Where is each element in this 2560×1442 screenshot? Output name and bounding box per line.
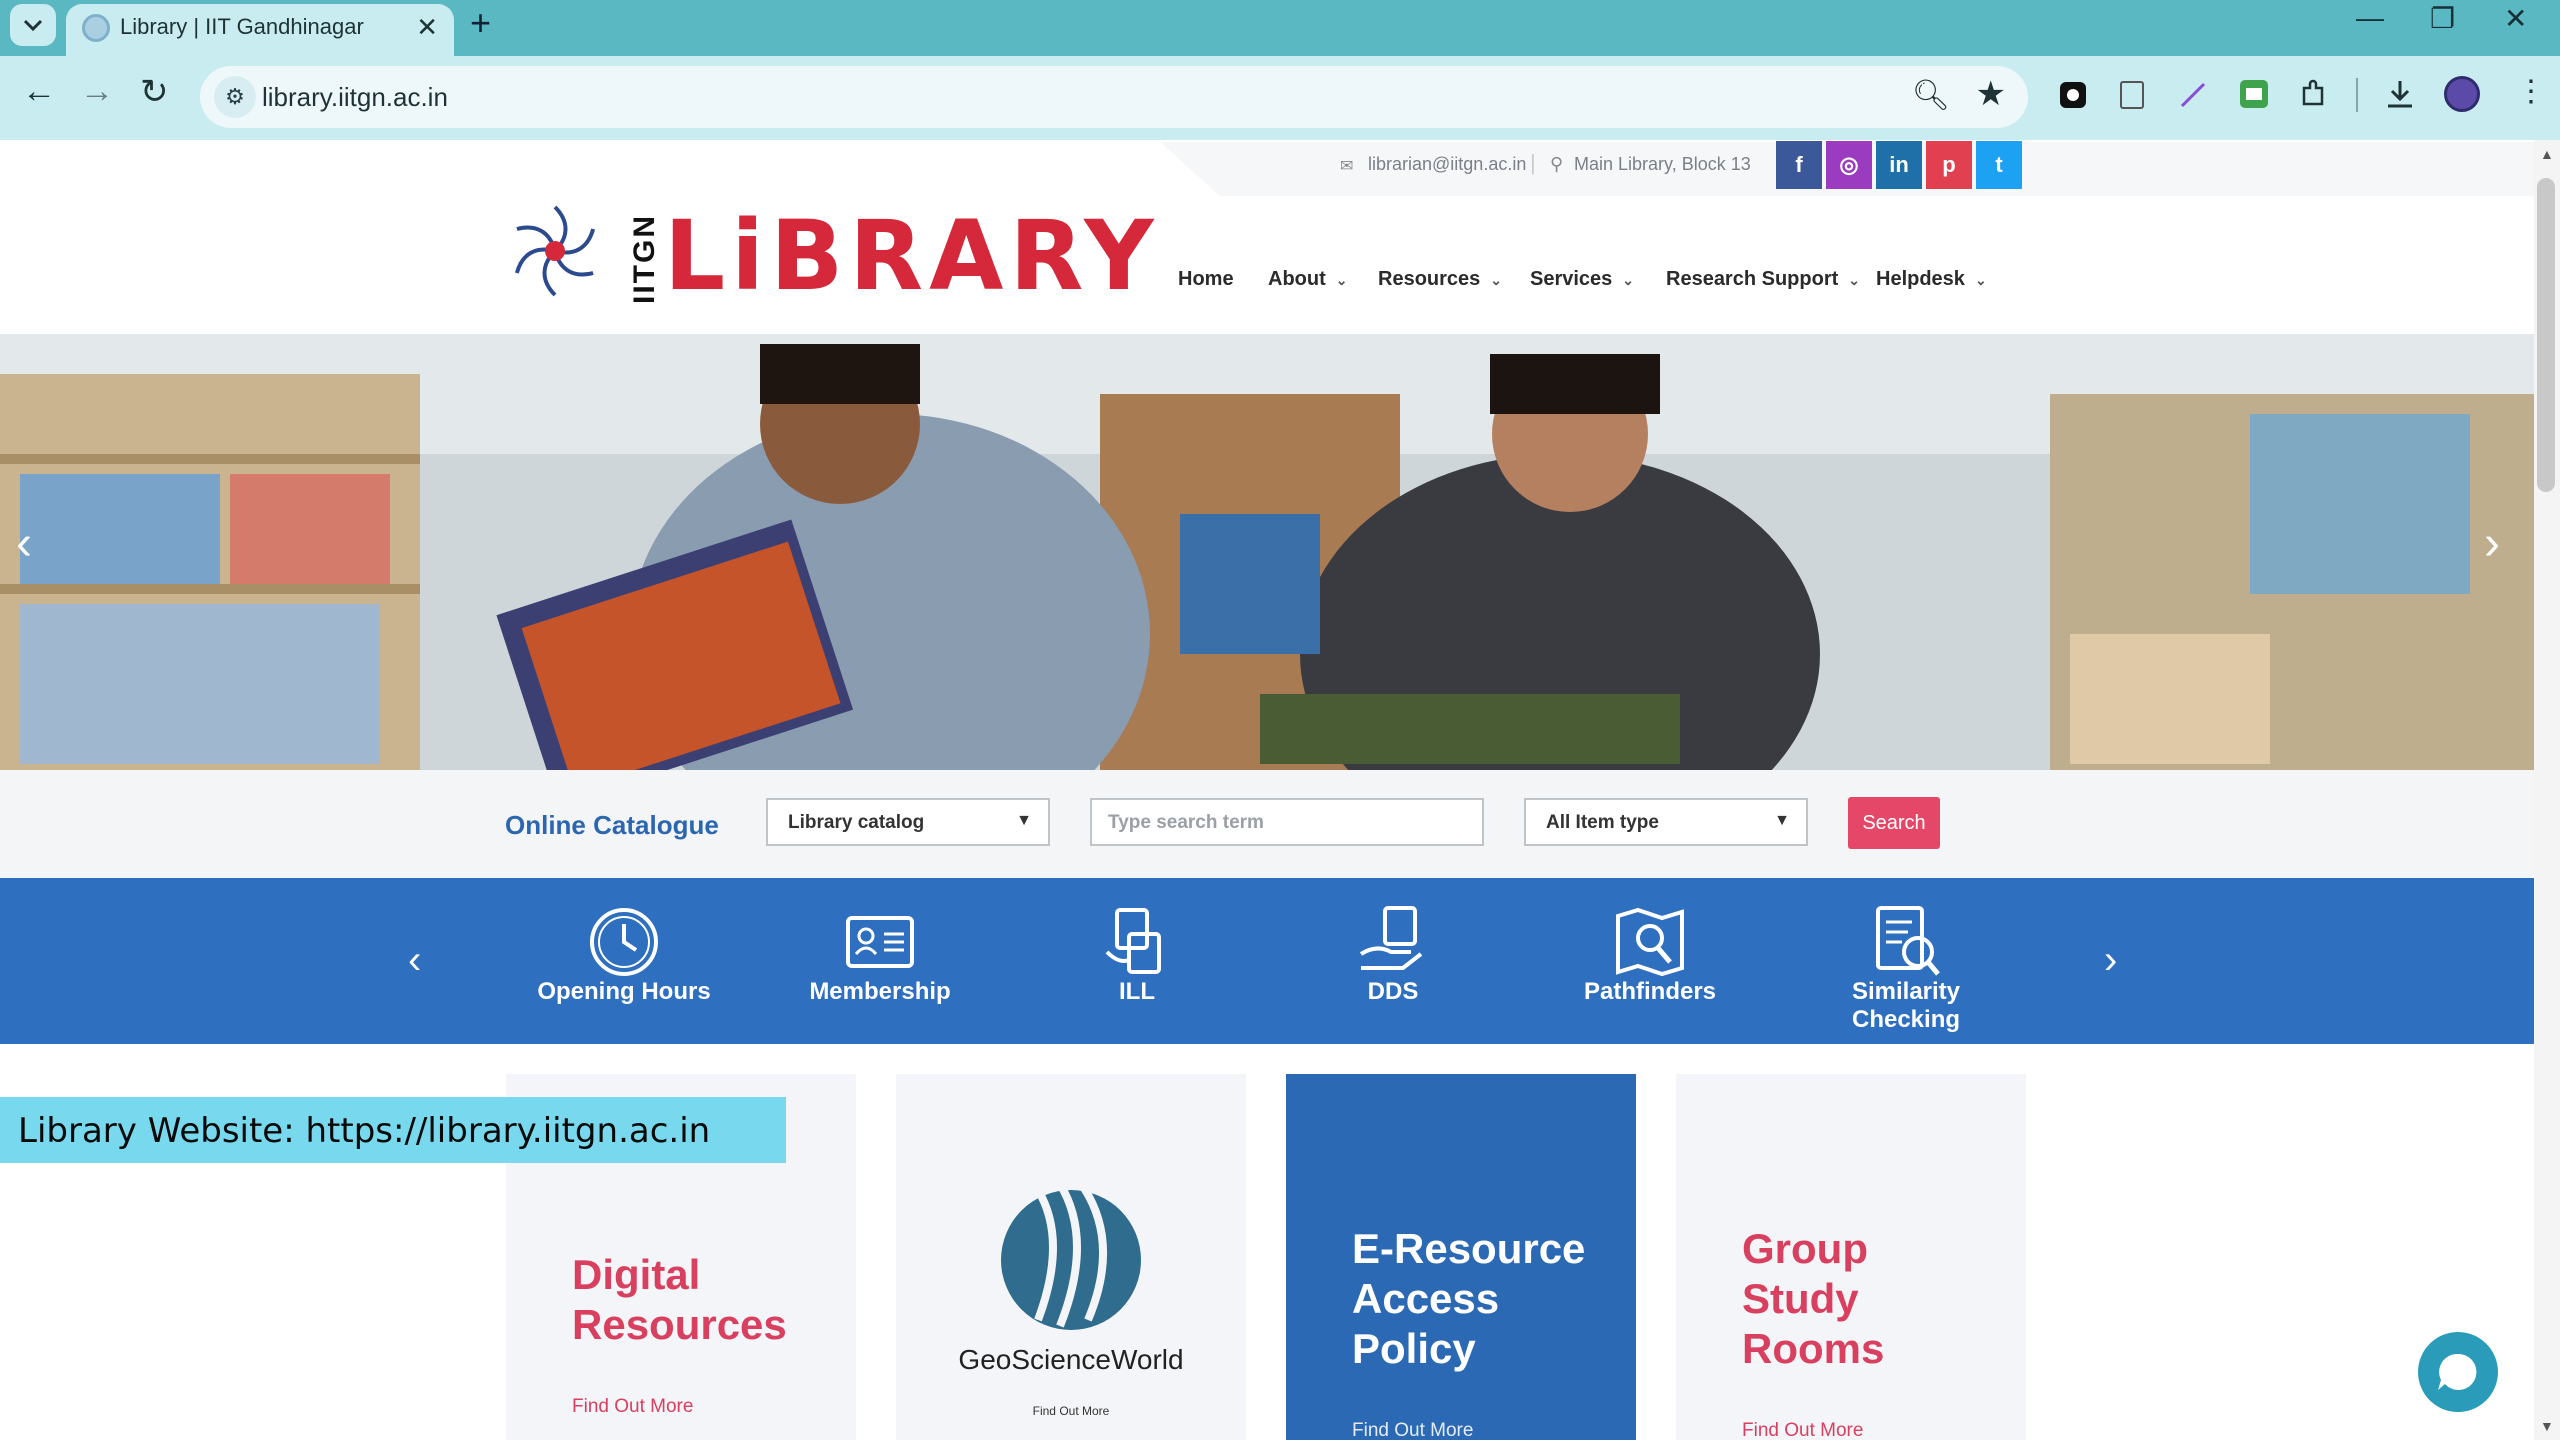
- pen-extension-icon[interactable]: [2178, 80, 2208, 110]
- card-title: E-Resource Access Policy: [1352, 1225, 1586, 1372]
- online-catalogue-label: Online Catalogue: [505, 810, 719, 840]
- search-button[interactable]: Search: [1848, 797, 1940, 849]
- find-out-more-link[interactable]: Find Out More: [1352, 1420, 1473, 1442]
- services-next-icon[interactable]: ›: [2104, 938, 2117, 983]
- pinterest-icon[interactable]: p: [1926, 141, 1972, 189]
- site-info-icon[interactable]: ⚙: [214, 76, 256, 118]
- geoscienceworld-label: GeoScienceWorld: [958, 1344, 1184, 1375]
- forward-button[interactable]: →: [80, 72, 114, 111]
- service-dds[interactable]: DDS: [1283, 878, 1503, 1044]
- url-text[interactable]: library.iitgn.ac.in: [262, 82, 448, 113]
- bookmark-star-icon[interactable]: ★: [1976, 74, 2006, 114]
- contact-email[interactable]: librarian@iitgn.ac.in: [1368, 154, 1526, 175]
- chevron-down-icon: ⌄: [1848, 272, 1860, 288]
- document-delivery-icon: [1359, 906, 1423, 970]
- chevron-down-icon: ⌄: [1622, 272, 1635, 288]
- document-check-icon: [1876, 906, 1940, 976]
- nav-about[interactable]: About ⌄: [1268, 268, 1348, 291]
- instagram-icon[interactable]: ◎: [1826, 141, 1872, 189]
- service-membership[interactable]: Membership: [770, 878, 990, 1044]
- caption-text: Library Website: https://library.iitgn.a…: [18, 1111, 711, 1151]
- contact-divider: |: [1530, 150, 1536, 175]
- item-type-select[interactable]: All Item type ▼: [1524, 798, 1808, 846]
- zoom-icon[interactable]: 🔍︎: [1912, 78, 1950, 113]
- browser-tab-bar: Library | IIT Gandhinagar ✕ + — ❐ ✕: [0, 0, 2560, 56]
- geoscienceworld-logo: [1001, 1181, 1141, 1330]
- chevron-down-icon: ▼: [1774, 812, 1790, 829]
- scroll-up-icon[interactable]: ▲: [2540, 146, 2554, 162]
- find-out-more-link[interactable]: Find Out More: [896, 1404, 1246, 1418]
- minimize-button[interactable]: —: [2356, 2, 2384, 34]
- book-exchange-icon: [1105, 908, 1161, 974]
- hero-photo: [0, 334, 2534, 770]
- card-e-resource-policy[interactable]: E-Resource Access Policy Find Out More: [1286, 1074, 1636, 1442]
- chevron-down-icon: ▼: [1016, 812, 1032, 829]
- service-opening-hours[interactable]: Opening Hours: [514, 878, 734, 1044]
- find-out-more-link[interactable]: Find Out More: [1742, 1420, 1863, 1442]
- restore-button[interactable]: ❐: [2430, 2, 2455, 35]
- hero-carousel[interactable]: ‹ ›: [0, 334, 2534, 770]
- iitgn-logo-mark[interactable]: [500, 196, 610, 306]
- map-search-icon: [1616, 907, 1684, 977]
- profile-avatar[interactable]: [2444, 76, 2480, 112]
- hero-next-icon[interactable]: ›: [2484, 516, 2500, 571]
- toolbar-divider: [2356, 78, 2358, 112]
- document-extension-icon[interactable]: [2118, 80, 2146, 110]
- services-prev-icon[interactable]: ‹: [408, 938, 421, 983]
- chevron-down-icon: ⌄: [1974, 272, 1987, 288]
- logo-iitgn: IITGN: [628, 214, 661, 304]
- card-group-study-rooms[interactable]: Group Study Rooms Find Out More: [1676, 1074, 2026, 1442]
- scroll-down-icon[interactable]: ▼: [2540, 1418, 2554, 1434]
- address-bar[interactable]: ⚙ library.iitgn.ac.in 🔍︎ ★: [200, 66, 2028, 128]
- nav-services[interactable]: Services ⌄: [1530, 268, 1634, 291]
- menu-kebab-icon[interactable]: ⋮: [2516, 74, 2546, 109]
- tab-list-button[interactable]: [10, 4, 56, 46]
- logo-text[interactable]: LiBRARY: [664, 200, 1160, 312]
- id-card-icon: [846, 916, 914, 968]
- service-similarity-checking[interactable]: Similarity Checking: [1796, 878, 2016, 1044]
- chat-button[interactable]: [2418, 1332, 2498, 1412]
- tab-title: Library | IIT Gandhinagar: [120, 14, 364, 39]
- nav-helpdesk[interactable]: Helpdesk ⌄: [1876, 268, 1987, 291]
- service-ill[interactable]: ILL: [1027, 878, 1247, 1044]
- search-input[interactable]: Type search term: [1090, 798, 1484, 846]
- twitter-icon[interactable]: t: [1976, 141, 2022, 189]
- services-carousel: Opening Hours Membership ILL DDS Pathfin…: [0, 878, 2534, 1044]
- chevron-down-icon: [23, 19, 43, 32]
- scrollbar-thumb[interactable]: [2537, 178, 2555, 492]
- clock-icon: [590, 908, 658, 976]
- browser-tab[interactable]: Library | IIT Gandhinagar ✕: [66, 4, 454, 56]
- chat-bubble-icon: [2438, 1353, 2477, 1390]
- facebook-icon[interactable]: f: [1776, 141, 1822, 189]
- linkedin-icon[interactable]: in: [1876, 141, 1922, 189]
- chevron-down-icon: ⌄: [1490, 272, 1503, 288]
- catalog-select[interactable]: Library catalog ▼: [766, 798, 1050, 846]
- reload-button[interactable]: ↻: [140, 72, 169, 112]
- extension-icon[interactable]: [2058, 80, 2088, 110]
- new-tab-button[interactable]: +: [470, 2, 491, 44]
- favicon-icon: [82, 14, 110, 42]
- service-pathfinders[interactable]: Pathfinders: [1540, 878, 1760, 1044]
- find-out-more-link[interactable]: Find Out More: [572, 1396, 693, 1418]
- hero-prev-icon[interactable]: ‹: [16, 516, 32, 571]
- printer-extension-icon[interactable]: [2238, 78, 2270, 110]
- mail-icon: ✉: [1340, 158, 1354, 175]
- puzzle-extensions-icon[interactable]: [2298, 78, 2330, 110]
- browser-toolbar: ← → ↻ ⚙ library.iitgn.ac.in 🔍︎ ★ ⋮: [0, 56, 2560, 140]
- caption-banner: Library Website: https://library.iitgn.a…: [0, 1097, 786, 1163]
- nav-home[interactable]: Home: [1178, 268, 1234, 291]
- tab-close-icon[interactable]: ✕: [416, 12, 438, 43]
- close-window-button[interactable]: ✕: [2504, 2, 2527, 35]
- card-title: Digital Resources: [572, 1251, 787, 1348]
- nav-resources[interactable]: Resources ⌄: [1378, 268, 1502, 291]
- contact-address: Main Library, Block 13: [1574, 154, 1751, 174]
- card-title: Group Study Rooms: [1742, 1225, 1885, 1372]
- download-icon[interactable]: [2384, 78, 2416, 110]
- card-geoscienceworld[interactable]: GeoScienceWorld Find Out More: [896, 1074, 1246, 1440]
- back-button[interactable]: ←: [22, 72, 56, 111]
- chevron-down-icon: ⌄: [1335, 272, 1348, 288]
- nav-research-support[interactable]: Research Support ⌄: [1666, 268, 1860, 291]
- location-pin-icon: ⚲: [1550, 154, 1564, 174]
